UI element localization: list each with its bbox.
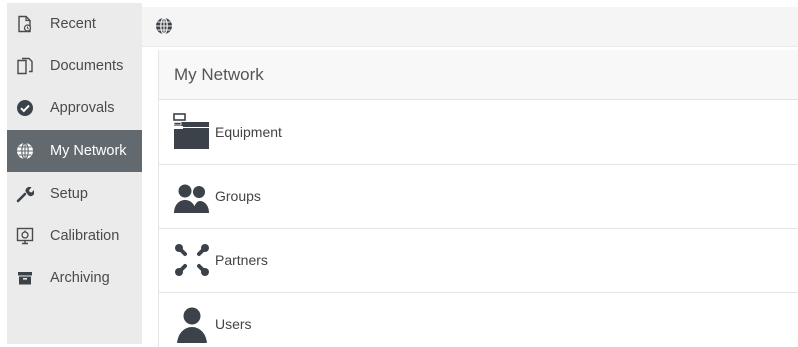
sidebar-item-label: Approvals <box>50 100 115 116</box>
network-row-partners[interactable]: Partners <box>159 229 798 293</box>
documents-icon <box>16 57 34 75</box>
globe-icon[interactable] <box>155 17 173 35</box>
sidebar-item-label: Archiving <box>50 270 110 286</box>
sidebar-item-setup[interactable]: Setup <box>7 173 142 215</box>
partners-icon <box>173 241 211 279</box>
row-label: Equipment <box>215 124 282 140</box>
recent-file-icon <box>16 15 34 33</box>
sidebar-item-label: Setup <box>50 186 88 202</box>
sidebar-item-documents[interactable]: Documents <box>7 45 142 87</box>
sidebar-item-recent[interactable]: Recent <box>7 3 142 45</box>
sidebar-item-label: Recent <box>50 16 96 32</box>
wrench-icon <box>16 185 34 203</box>
network-panel: My Network Equipment Groups Partners Use… <box>158 50 798 347</box>
panel-header: My Network <box>159 50 798 100</box>
sidebar-item-approvals[interactable]: Approvals <box>7 87 142 129</box>
equipment-icon <box>173 113 211 151</box>
sidebar-item-label: Documents <box>50 58 124 74</box>
network-row-groups[interactable]: Groups <box>159 165 798 229</box>
sidebar-item-calibration[interactable]: Calibration <box>7 215 142 257</box>
top-bar <box>142 7 798 47</box>
sidebar-item-label: Calibration <box>50 228 120 244</box>
page-title: My Network <box>174 65 264 84</box>
sidebar-item-my-network[interactable]: My Network <box>7 130 142 172</box>
row-label: Groups <box>215 188 261 204</box>
network-row-equipment[interactable]: Equipment <box>159 101 798 165</box>
sidebar-item-archiving[interactable]: Archiving <box>7 257 142 299</box>
network-row-users[interactable]: Users <box>159 293 798 347</box>
check-circle-icon <box>16 99 34 117</box>
sidebar-item-label: My Network <box>50 143 127 159</box>
calibration-icon <box>16 227 34 245</box>
sidebar: Recent Documents Approvals My Network Se… <box>7 3 142 344</box>
row-label: Users <box>215 316 252 332</box>
globe-icon <box>16 142 34 160</box>
user-icon <box>173 305 211 345</box>
row-label: Partners <box>215 252 268 268</box>
archive-icon <box>16 269 34 287</box>
groups-icon <box>173 177 211 215</box>
